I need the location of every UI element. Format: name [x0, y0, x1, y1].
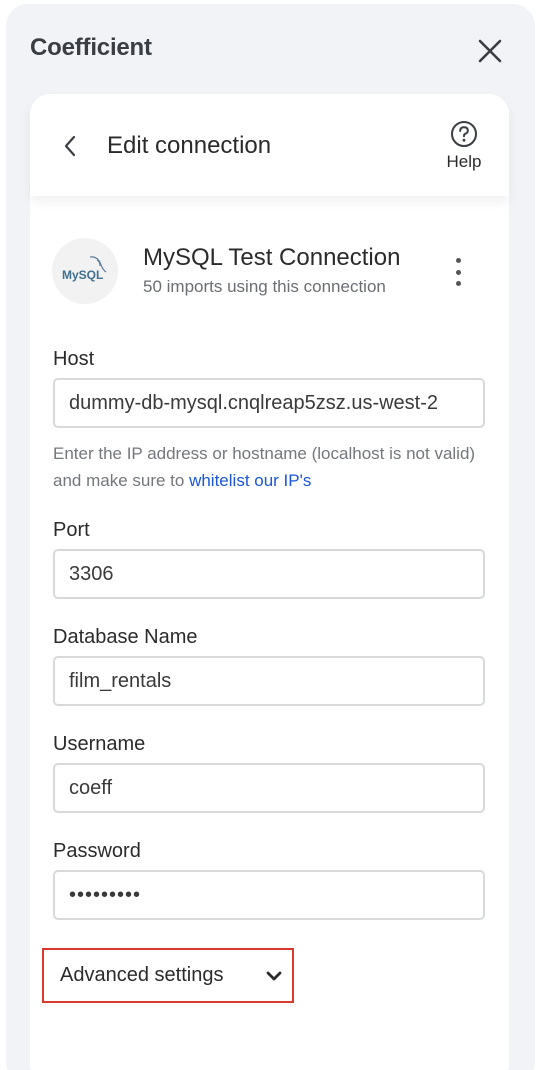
mysql-logo-text: MySQL [62, 268, 103, 282]
advanced-settings-toggle[interactable]: Advanced settings [42, 948, 294, 1003]
question-circle-icon [451, 121, 477, 147]
username-input[interactable]: coeff [53, 763, 485, 813]
password-input[interactable]: ••••••••• [53, 870, 485, 920]
database-name-input[interactable]: film_rentals [53, 656, 485, 706]
port-input[interactable]: 3306 [53, 549, 485, 599]
help-label: Help [446, 152, 482, 171]
host-label: Host [53, 348, 95, 370]
database-name-label: Database Name [53, 626, 198, 648]
kebab-menu-icon[interactable] [448, 254, 468, 290]
connection-name: MySQL Test Connection [143, 244, 401, 271]
mysql-logo: MySQL [52, 238, 118, 304]
card-header: Edit connection Help [30, 94, 509, 196]
chevron-down-icon [266, 971, 282, 980]
back-button[interactable] [58, 132, 82, 160]
app-title: Coefficient [30, 34, 152, 61]
connection-subtitle: 50 imports using this connection [143, 277, 386, 296]
edit-connection-card: Edit connection Help MySQL MySQL Test Co… [30, 94, 509, 1070]
close-icon [478, 39, 502, 63]
close-button[interactable] [474, 35, 506, 67]
host-hint: Enter the IP address or hostname (localh… [53, 440, 493, 494]
host-input[interactable]: dummy-db-mysql.cnqlreap5zsz.us-west-2 [53, 378, 485, 428]
username-label: Username [53, 733, 146, 755]
sidebar-panel: Coefficient Edit connection Help MySQL M… [6, 4, 535, 1070]
help-button[interactable]: Help [438, 120, 490, 176]
advanced-settings-label: Advanced settings [60, 964, 224, 986]
chevron-left-icon [64, 135, 76, 157]
whitelist-link[interactable]: whitelist our IP's [189, 471, 311, 490]
password-label: Password [53, 840, 141, 862]
port-label: Port [53, 519, 90, 541]
page-title: Edit connection [107, 132, 272, 159]
